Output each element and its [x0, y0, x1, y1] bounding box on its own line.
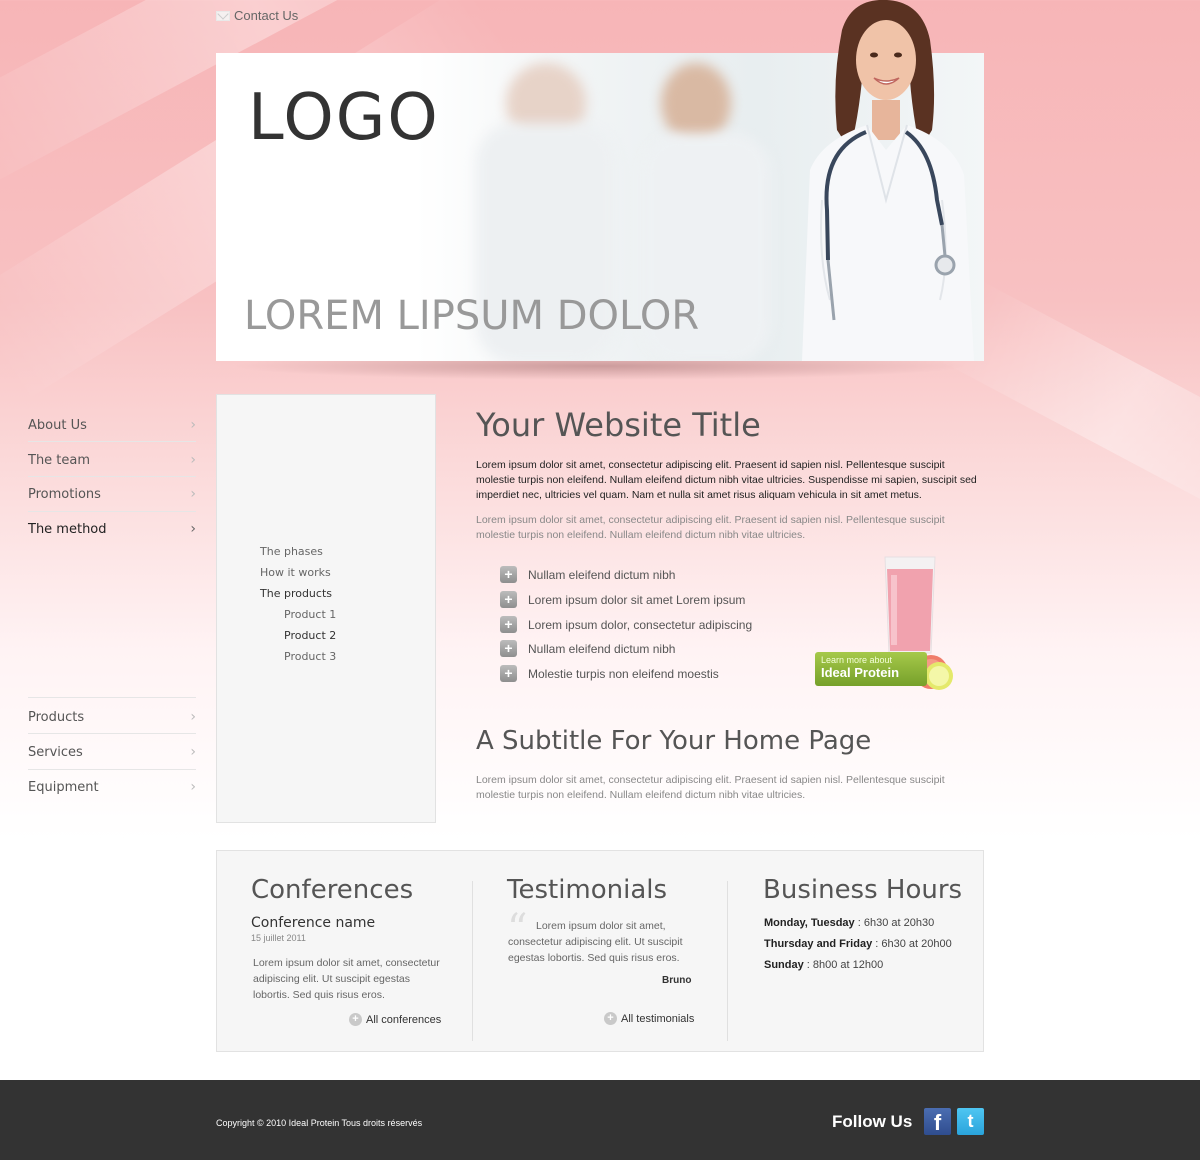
divider: [28, 733, 196, 734]
chevron-right-icon: ›: [190, 452, 196, 468]
promo-line-1: Learn more about: [821, 655, 893, 665]
hero-tagline: LOREM LIPSUM DOLOR: [244, 293, 700, 339]
plus-icon: +: [500, 640, 517, 657]
link-label: All testimonials: [621, 1012, 695, 1025]
divider: [28, 697, 196, 698]
secondary-paragraph: Lorem ipsum dolor sit amet, consectetur …: [476, 514, 945, 541]
list-item-text: Nullam eleifend dictum nibh: [528, 567, 676, 582]
subtitle: A Subtitle For Your Home Page: [476, 726, 872, 756]
page-title: Your Website Title: [476, 406, 761, 444]
sidebar-item-label: Products: [28, 709, 85, 725]
link-label: All conferences: [366, 1013, 442, 1026]
facebook-icon[interactable]: f: [924, 1108, 951, 1135]
learn-more-button[interactable]: Learn more about Ideal Protein: [815, 652, 927, 686]
plus-circle-icon: +: [349, 1013, 362, 1026]
footer: Copyright © 2010 Ideal Protein Tous droi…: [0, 1080, 1200, 1160]
conference-date: 15 juillet 2011: [251, 933, 306, 943]
hours-time: : 8h00 at 12h00: [803, 959, 884, 971]
conference-name[interactable]: Conference name: [251, 915, 375, 931]
list-item-text: Nullam eleifend dictum nibh: [528, 641, 676, 656]
hours-day: Sunday: [764, 959, 804, 971]
blurred-person: [661, 63, 731, 143]
plus-icon: +: [500, 566, 517, 583]
hours-row: Thursday and Friday : 6h30 at 20h00: [764, 938, 952, 950]
all-conferences-link[interactable]: + All conferences: [349, 1013, 441, 1026]
plus-icon: +: [500, 591, 517, 608]
testimonial-author: Bruno: [662, 975, 692, 986]
divider: [28, 511, 196, 512]
hours-row: Sunday : 8h00 at 12h00: [764, 959, 883, 971]
sidebar-item-label: About Us: [28, 417, 87, 433]
subnav-item-product-1[interactable]: Product 1: [284, 608, 336, 621]
contact-label: Contact Us: [234, 8, 299, 23]
subnav-item-product-3[interactable]: Product 3: [284, 650, 336, 663]
chevron-right-icon: ›: [190, 486, 196, 502]
sidebar-item-the-team[interactable]: The team ›: [28, 452, 196, 468]
mail-icon: [216, 10, 230, 21]
plus-circle-icon: +: [604, 1012, 617, 1025]
info-boxes: Conferences Conference name 15 juillet 2…: [216, 850, 984, 1052]
divider: [28, 476, 196, 477]
subnav-item-the-phases[interactable]: The phases: [260, 545, 323, 558]
divider: [28, 769, 196, 770]
chevron-right-icon: ›: [190, 709, 196, 725]
list-item: + Lorem ipsum dolor, consectetur adipisc…: [500, 616, 752, 633]
divider: [28, 441, 196, 442]
list-item-text: Lorem ipsum dolor sit amet Lorem ipsum: [528, 592, 746, 607]
chevron-right-icon: ›: [190, 417, 196, 433]
follow-us-label: Follow Us: [832, 1112, 913, 1131]
sidebar-item-promotions[interactable]: Promotions ›: [28, 486, 196, 502]
chevron-right-icon: ›: [190, 744, 196, 760]
sidebar-item-label: The team: [28, 452, 91, 468]
conference-text: Lorem ipsum dolor sit amet, consectetur …: [253, 957, 440, 1001]
testimonials-title: Testimonials: [507, 875, 668, 905]
sidebar-item-label: Equipment: [28, 779, 99, 795]
list-item: + Nullam eleifend dictum nibh: [500, 566, 675, 583]
subnav-item-how-it-works[interactable]: How it works: [260, 566, 331, 579]
promo-line-2: Ideal Protein: [821, 665, 900, 680]
logo[interactable]: LOGO: [248, 81, 440, 155]
intro-paragraph: Lorem ipsum dolor sit amet, consectetur …: [476, 459, 977, 501]
sidebar-item-equipment[interactable]: Equipment ›: [28, 779, 196, 795]
sidebar-item-label: The method: [28, 521, 107, 537]
hours-time: : 6h30 at 20h00: [872, 938, 952, 950]
doctor-photo: [802, 0, 974, 361]
hours-day: Thursday and Friday: [764, 938, 873, 950]
chevron-right-icon: ›: [190, 779, 196, 795]
twitter-icon[interactable]: t: [957, 1108, 984, 1135]
list-item-text: Molestie turpis non eleifend moestis: [528, 666, 719, 681]
subtitle-paragraph: Lorem ipsum dolor sit amet, consectetur …: [476, 774, 945, 801]
column-divider: [727, 881, 728, 1041]
hero-banner: LOGO LOREM LIPSUM DOLOR: [216, 0, 984, 361]
conferences-title: Conferences: [251, 875, 414, 905]
column-divider: [472, 881, 473, 1041]
list-item: + Nullam eleifend dictum nibh: [500, 640, 675, 657]
contact-link[interactable]: Contact Us: [216, 8, 298, 23]
subnav-item-product-2[interactable]: Product 2: [284, 629, 336, 642]
business-hours-title: Business Hours: [763, 875, 963, 905]
hours-row: Monday, Tuesday : 6h30 at 20h30: [764, 917, 934, 929]
list-item-text: Lorem ipsum dolor, consectetur adipiscin…: [528, 617, 753, 632]
chevron-right-icon: ›: [190, 521, 196, 537]
sidebar-item-label: Promotions: [28, 486, 101, 502]
plus-icon: +: [500, 665, 517, 682]
sidebar-item-about-us[interactable]: About Us ›: [28, 417, 196, 433]
subnav-item-the-products[interactable]: The products: [260, 587, 332, 600]
plus-icon: +: [500, 616, 517, 633]
sidebar-item-label: Services: [28, 744, 83, 760]
sidebar-item-services[interactable]: Services ›: [28, 744, 196, 760]
testimonial-text: Lorem ipsum dolor sit amet, consectetur …: [508, 920, 683, 964]
hours-time: : 6h30 at 20h30: [854, 917, 935, 929]
list-item: + Molestie turpis non eleifend moestis: [500, 665, 719, 682]
hours-day: Monday, Tuesday: [764, 917, 855, 929]
sidebar-item-products[interactable]: Products ›: [28, 709, 196, 725]
sidebar-item-the-method[interactable]: The method ›: [28, 521, 196, 537]
list-item: + Lorem ipsum dolor sit amet Lorem ipsum: [500, 591, 745, 608]
copyright: Copyright © 2010 Ideal Protein Tous droi…: [216, 1118, 423, 1128]
all-testimonials-link[interactable]: + All testimonials: [604, 1012, 694, 1025]
